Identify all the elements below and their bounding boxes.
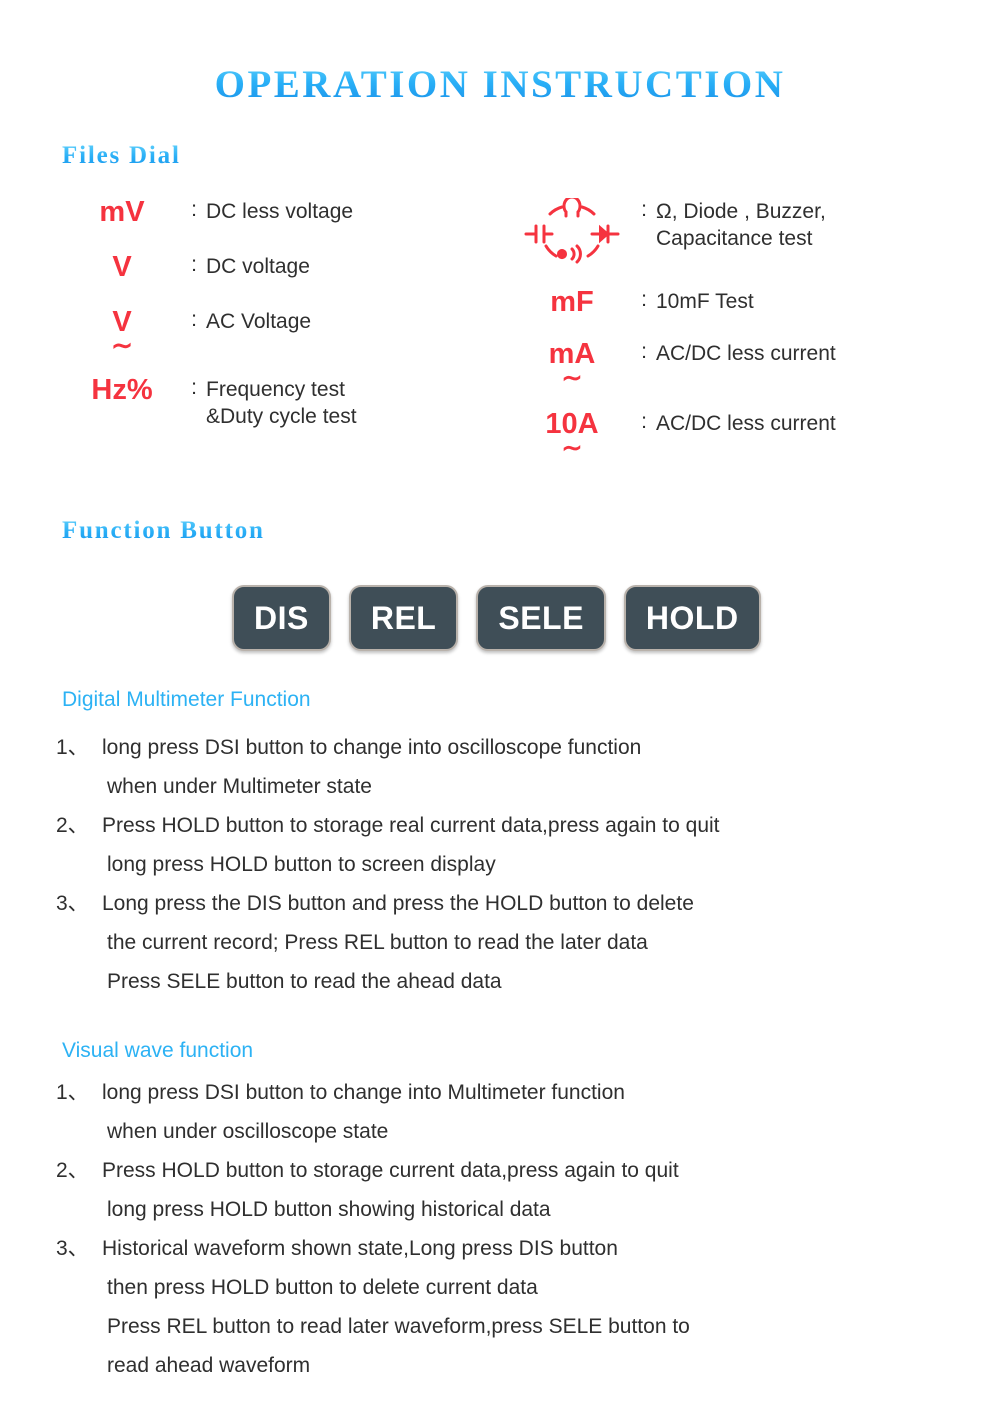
dial-row: V: DC voltage (62, 253, 492, 285)
instruction-line: long press DSI button to change into Mul… (102, 1081, 625, 1104)
visual-wave-function-heading: Visual wave function (62, 1039, 254, 1062)
ac-dc-marker-icon: ∼ (561, 364, 583, 392)
dial-description: DC voltage (206, 255, 310, 278)
instruction-line: Long press the DIS button and press the … (102, 892, 694, 915)
dial-description: Frequency test &Duty cycle test (206, 378, 357, 428)
instruction-item: 2、 Press HOLD button to storage current d… (56, 1151, 956, 1229)
ac-marker-icon: ∼ (111, 330, 133, 360)
function-button-row: DIS REL SELE HOLD (232, 585, 761, 651)
dial-row: mF:10mF Test (512, 288, 982, 317)
instruction-number: 2、 (56, 814, 89, 837)
instruction-lines: long press DSI button to change into osc… (102, 728, 956, 806)
function-button-dis[interactable]: DIS (232, 585, 331, 651)
dial-description: AC/DC less current (656, 412, 836, 435)
digital-multimeter-function-heading: Digital Multimeter Function (62, 688, 311, 711)
instruction-line: the current record; Press REL button to … (107, 931, 648, 954)
instruction-line: then press HOLD button to delete current… (107, 1276, 538, 1299)
instruction-line: long press HOLD button to screen display (107, 853, 496, 876)
dial-row: : Ω, Diode , Buzzer, Capacitance test (512, 195, 982, 274)
dial-symbol (512, 195, 632, 274)
dial-description: 10mF Test (656, 290, 754, 313)
instruction-number: 1、 (56, 736, 89, 759)
instruction-line: when under oscilloscope state (107, 1120, 389, 1143)
files-dial-right-column: : Ω, Diode , Buzzer, Capacitance test mF:1… (512, 195, 982, 480)
dial-colon: : (191, 198, 197, 221)
dial-description: Ω, Diode , Buzzer, Capacitance test (656, 200, 826, 250)
dial-description: AC Voltage (206, 310, 312, 333)
ac-dc-marker-icon: ∼ (561, 434, 583, 462)
dial-row: mV: DC less voltage (62, 198, 492, 230)
instruction-item: 3、 Long press the DIS button and press th… (56, 884, 956, 1001)
instruction-lines: long press DSI button to change into Mul… (102, 1073, 956, 1151)
dial-symbol: mV (62, 198, 182, 230)
dial-description: DC less voltage (206, 200, 354, 223)
dial-row: mA ∼: AC/DC less current (512, 340, 982, 392)
dial-row: 10A ∼: AC/DC less current (512, 410, 982, 462)
resistance-diode-buzzer-capacitance-dial-icon (520, 195, 624, 274)
instruction-lines: Press HOLD button to storage real curren… (102, 806, 956, 884)
dial-colon: : (641, 410, 647, 433)
dial-colon: : (191, 308, 197, 331)
instruction-line: long press DSI button to change into osc… (102, 736, 642, 759)
dial-colon: : (641, 198, 647, 221)
instruction-item: 1、 long press DSI button to change into M… (56, 1073, 956, 1151)
dial-symbol-text: mV (99, 196, 145, 228)
dial-symbol: mF (512, 288, 632, 317)
dial-colon: : (641, 340, 647, 363)
dial-description: AC/DC less current (656, 342, 836, 365)
instruction-number: 2、 (56, 1159, 89, 1182)
instruction-number: 1、 (56, 1081, 89, 1104)
function-button-hold[interactable]: HOLD (623, 585, 761, 651)
instruction-line: read ahead waveform (107, 1354, 311, 1377)
instruction-line: when under Multimeter state (107, 775, 372, 798)
dial-row: V ∼: AC Voltage (62, 308, 492, 360)
dial-symbol: mA ∼ (512, 340, 632, 392)
instruction-lines: Historical waveform shown state,Long pre… (102, 1229, 956, 1385)
instruction-lines: Press HOLD button to storage current dat… (102, 1151, 956, 1229)
dial-symbol: 10A ∼ (512, 410, 632, 462)
instruction-item: 3、 Historical waveform shown state,Long p… (56, 1229, 956, 1385)
digital-multimeter-instruction-list: 1、 long press DSI button to change into o… (56, 728, 956, 1001)
instruction-line: Historical waveform shown state,Long pre… (102, 1237, 618, 1260)
files-dial-left-column: mV: DC less voltage V: DC voltage V ∼: AC Volt… (62, 198, 492, 454)
dial-symbol: V (62, 253, 182, 285)
function-button-heading: Function Button (62, 517, 265, 544)
instruction-number: 3、 (56, 892, 89, 915)
visual-wave-instruction-list: 1、 long press DSI button to change into M… (56, 1073, 956, 1385)
dial-row: Hz%: Frequency test &Duty cycle test (62, 376, 492, 431)
instruction-number: 3、 (56, 1237, 89, 1260)
instruction-line: Press HOLD button to storage real curren… (102, 814, 720, 837)
instruction-line: Press SELE button to read the ahead data (107, 970, 502, 993)
dial-colon: : (191, 253, 197, 276)
instruction-item: 1、 long press DSI button to change into o… (56, 728, 956, 806)
function-button-sele[interactable]: SELE (476, 585, 606, 651)
dial-symbol-text: V (112, 251, 132, 283)
instruction-line: Press HOLD button to storage current dat… (102, 1159, 679, 1182)
instruction-item: 2、 Press HOLD button to storage real curr… (56, 806, 956, 884)
function-button-rel[interactable]: REL (348, 585, 459, 651)
page-title: OPERATION INSTRUCTION (0, 62, 1000, 107)
dial-colon: : (641, 288, 647, 311)
dial-symbol-text: mF (550, 286, 594, 318)
dial-symbol-text: Hz% (91, 374, 153, 406)
dial-colon: : (191, 376, 197, 399)
instruction-line: Press REL button to read later waveform,… (107, 1315, 690, 1338)
files-dial-heading: Files Dial (62, 142, 181, 169)
instruction-lines: Long press the DIS button and press the … (102, 884, 956, 1001)
instruction-line: long press HOLD button showing historica… (107, 1198, 551, 1221)
dial-symbol: Hz% (62, 376, 182, 405)
dial-symbol: V ∼ (62, 308, 182, 360)
